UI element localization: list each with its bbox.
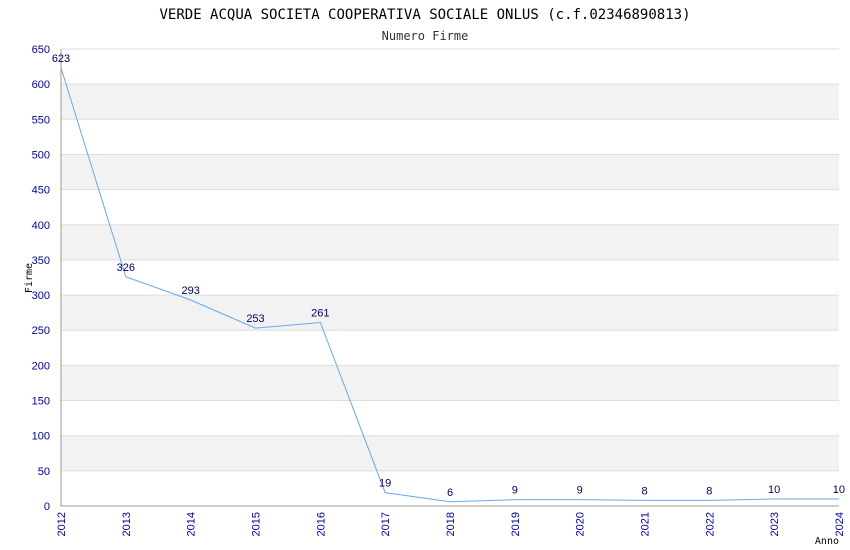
- x-tick-label: 2024: [834, 512, 846, 536]
- y-tick-label: 250: [32, 325, 50, 337]
- x-axis-label: Anno: [815, 536, 839, 547]
- data-label: 253: [246, 313, 264, 325]
- background-band: [61, 224, 839, 260]
- background-band: [61, 49, 839, 85]
- background-band: [61, 400, 839, 436]
- data-label: 293: [181, 285, 199, 297]
- y-tick-label: 650: [32, 44, 50, 56]
- line-chart: 050100150200250300350400450500550600650 …: [24, 7, 846, 547]
- x-tick-label: 2014: [186, 512, 198, 536]
- y-tick-label: 500: [32, 149, 50, 161]
- x-tick-label: 2023: [769, 512, 781, 536]
- background-band: [61, 435, 839, 471]
- x-tick-label: 2016: [315, 512, 327, 536]
- x-tick-labels: 2012 2013 2014 2015 2016 2017 2018 2019 2020 2021…: [56, 512, 846, 536]
- x-tick-label: 2013: [121, 512, 133, 536]
- y-tick-label: 0: [44, 501, 50, 513]
- x-tick-label: 2020: [575, 512, 587, 536]
- data-label: 9: [577, 485, 583, 497]
- background-bands: [61, 49, 839, 506]
- y-tick-label: 550: [32, 114, 50, 126]
- x-tick-label: 2018: [445, 512, 457, 536]
- x-tick-label: 2015: [251, 512, 263, 536]
- y-tick-label: 50: [38, 466, 50, 478]
- y-tick-label: 600: [32, 79, 50, 91]
- y-tick-label: 450: [32, 185, 50, 197]
- data-label: 10: [768, 484, 780, 496]
- y-tick-label: 100: [32, 431, 50, 443]
- x-tick-label: 2022: [704, 512, 716, 536]
- background-band: [61, 295, 839, 331]
- data-label: 10: [833, 484, 845, 496]
- background-band: [61, 84, 839, 120]
- chart-subtitle: Numero Firme: [382, 29, 469, 43]
- background-band: [61, 119, 839, 155]
- data-label: 326: [117, 262, 135, 274]
- data-label: 8: [706, 485, 712, 497]
- x-tick-label: 2019: [510, 512, 522, 536]
- data-label: 6: [447, 487, 453, 499]
- y-tick-label: 200: [32, 360, 50, 372]
- background-band: [61, 154, 839, 190]
- background-band: [61, 189, 839, 225]
- chart-title: VERDE ACQUA SOCIETA COOPERATIVA SOCIALE …: [159, 7, 690, 23]
- background-band: [61, 365, 839, 401]
- x-tick-label: 2012: [56, 512, 68, 536]
- y-tick-label: 400: [32, 220, 50, 232]
- data-label: 19: [379, 478, 391, 490]
- x-tick-label: 2017: [380, 512, 392, 536]
- background-band: [61, 330, 839, 366]
- data-label: 9: [512, 485, 518, 497]
- x-tick-label: 2021: [640, 512, 652, 536]
- data-label: 623: [52, 53, 70, 65]
- y-tick-label: 150: [32, 396, 50, 408]
- y-axis-label: Firme: [24, 263, 35, 293]
- data-label: 261: [311, 307, 329, 319]
- data-label: 8: [641, 485, 647, 497]
- background-band: [61, 259, 839, 296]
